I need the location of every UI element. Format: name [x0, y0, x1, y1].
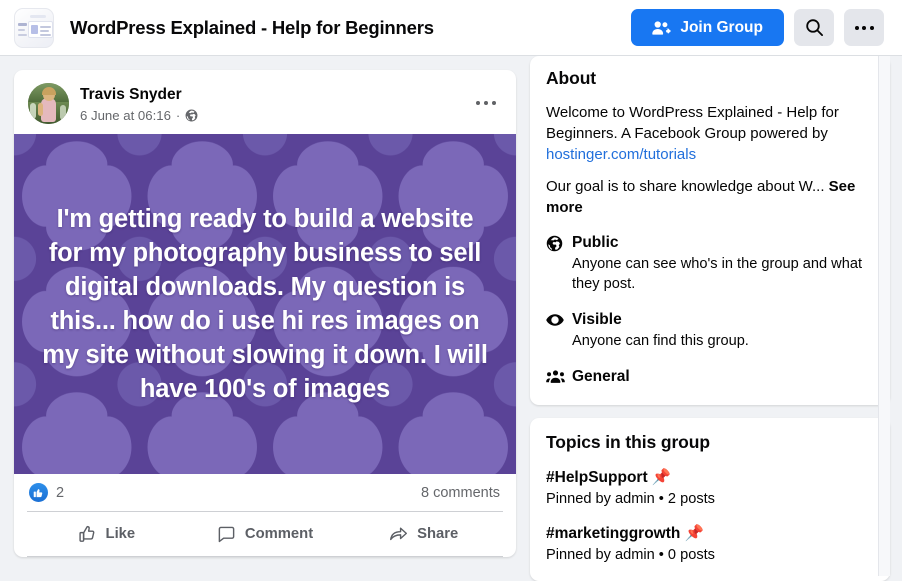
- group-avatar[interactable]: [14, 7, 54, 48]
- topic-sub: Pinned by admin • 0 posts: [546, 547, 715, 563]
- eye-icon: [546, 310, 572, 351]
- about-description: Welcome to WordPress Explained - Help fo…: [546, 102, 874, 165]
- avatar-card-line: [40, 29, 49, 32]
- search-button[interactable]: [794, 9, 834, 46]
- about-info-general: General: [572, 367, 630, 389]
- share-button[interactable]: Share: [344, 516, 503, 552]
- about-info-visible: Visible Anyone can find this group.: [572, 310, 749, 351]
- avatar-card-line: [40, 33, 51, 36]
- join-group-button[interactable]: Join Group: [631, 9, 784, 46]
- post-header: Travis Snyder 6 June at 06:16 ·: [14, 70, 516, 134]
- like-reaction-icon: [29, 483, 48, 502]
- post-action-bar: Like Comment Share: [27, 511, 503, 557]
- post-more-options-button[interactable]: [470, 87, 502, 119]
- about-info-sub: Anyone can see who's in the group and wh…: [572, 256, 862, 292]
- topic-name[interactable]: #HelpSupport 📌: [546, 467, 874, 488]
- post-author-name[interactable]: Travis Snyder: [80, 85, 198, 105]
- share-button-label: Share: [417, 526, 459, 542]
- about-goal-text: Our goal is to share knowledge about W..…: [546, 178, 829, 195]
- join-group-label: Join Group: [680, 18, 763, 36]
- about-info-row-visible: Visible Anyone can find this group.: [546, 310, 874, 351]
- about-info-row-general: General: [546, 367, 874, 389]
- globe-icon: [546, 233, 572, 294]
- feed-column: Travis Snyder 6 June at 06:16 · I'm gett…: [14, 70, 516, 557]
- topic-sub: Pinned by admin • 2 posts: [546, 491, 715, 507]
- avatar-bar: [18, 22, 27, 26]
- comment-button[interactable]: Comment: [186, 516, 345, 552]
- post-timestamp[interactable]: 6 June at 06:16: [80, 107, 171, 124]
- post-meta: Travis Snyder 6 June at 06:16 ·: [80, 83, 198, 124]
- header-more-options-button[interactable]: [844, 9, 884, 46]
- add-people-icon: [652, 20, 672, 36]
- main-content: Travis Snyder 6 June at 06:16 · I'm gett…: [0, 56, 902, 581]
- about-info-label: Visible: [572, 311, 622, 328]
- post-timestamp-row: 6 June at 06:16 ·: [80, 107, 198, 124]
- topics-title: Topics in this group: [546, 432, 710, 452]
- avatar-bar: [18, 28, 25, 31]
- thumbs-up-icon: [78, 525, 97, 544]
- topic-item[interactable]: #HelpSupport 📌 Pinned by admin • 2 posts: [546, 467, 874, 509]
- avatar-photo-arm: [38, 103, 43, 116]
- search-icon: [805, 18, 824, 37]
- author-avatar[interactable]: [28, 83, 69, 124]
- page-scrollbar[interactable]: [878, 56, 890, 576]
- ellipsis-icon: [475, 100, 497, 106]
- sidebar-column: About Welcome to WordPress Explained - H…: [530, 56, 890, 581]
- about-description-text: Welcome to WordPress Explained - Help fo…: [546, 104, 839, 142]
- comment-button-label: Comment: [244, 526, 314, 542]
- post-stats: 2 8 comments: [14, 474, 516, 511]
- page-title: WordPress Explained - Help for Beginners: [70, 16, 434, 38]
- comment-bubble-icon: [217, 525, 236, 544]
- meta-separator: ·: [175, 108, 181, 123]
- group-header: WordPress Explained - Help for Beginners…: [0, 0, 902, 56]
- reaction-count[interactable]: 2: [56, 485, 64, 501]
- avatar-photo-flower: [30, 103, 36, 119]
- about-title: About: [546, 68, 597, 88]
- about-goal: Our goal is to share knowledge about W..…: [546, 176, 874, 218]
- like-button[interactable]: Like: [27, 516, 186, 552]
- avatar-card-line: [40, 25, 51, 28]
- avatar-bar: [18, 33, 27, 36]
- topic-name[interactable]: #marketinggrowth 📌: [546, 523, 874, 544]
- people-group-icon: [546, 367, 572, 389]
- topics-card: Topics in this group #HelpSupport 📌 Pinn…: [530, 418, 890, 581]
- avatar-top-strip: [30, 14, 46, 18]
- header-actions: Join Group: [631, 9, 884, 46]
- ellipsis-icon: [854, 25, 874, 30]
- about-info-row-public: Public Anyone can see who's in the group…: [546, 233, 874, 294]
- about-info-label: General: [572, 368, 630, 385]
- about-link[interactable]: hostinger.com/tutorials: [546, 146, 696, 163]
- like-button-label: Like: [105, 526, 136, 542]
- about-info-label: Public: [572, 234, 619, 251]
- post-card: Travis Snyder 6 June at 06:16 · I'm gett…: [14, 70, 516, 557]
- avatar-card: [28, 20, 53, 38]
- post-image[interactable]: I'm getting ready to build a website for…: [14, 134, 516, 474]
- avatar-photo-hair: [42, 87, 56, 95]
- about-info-public: Public Anyone can see who's in the group…: [572, 233, 874, 294]
- about-info-sub: Anyone can find this group.: [572, 333, 749, 349]
- topic-item[interactable]: #marketinggrowth 📌 Pinned by admin • 0 p…: [546, 523, 874, 565]
- share-arrow-icon: [389, 525, 408, 544]
- about-card: About Welcome to WordPress Explained - H…: [530, 56, 890, 405]
- post-image-text: I'm getting ready to build a website for…: [42, 204, 488, 404]
- avatar-photo-person: [41, 98, 56, 122]
- comment-count[interactable]: 8 comments: [421, 485, 500, 501]
- avatar-photo-flower: [60, 105, 66, 120]
- avatar-card-block: [31, 24, 38, 34]
- globe-icon: [185, 109, 198, 122]
